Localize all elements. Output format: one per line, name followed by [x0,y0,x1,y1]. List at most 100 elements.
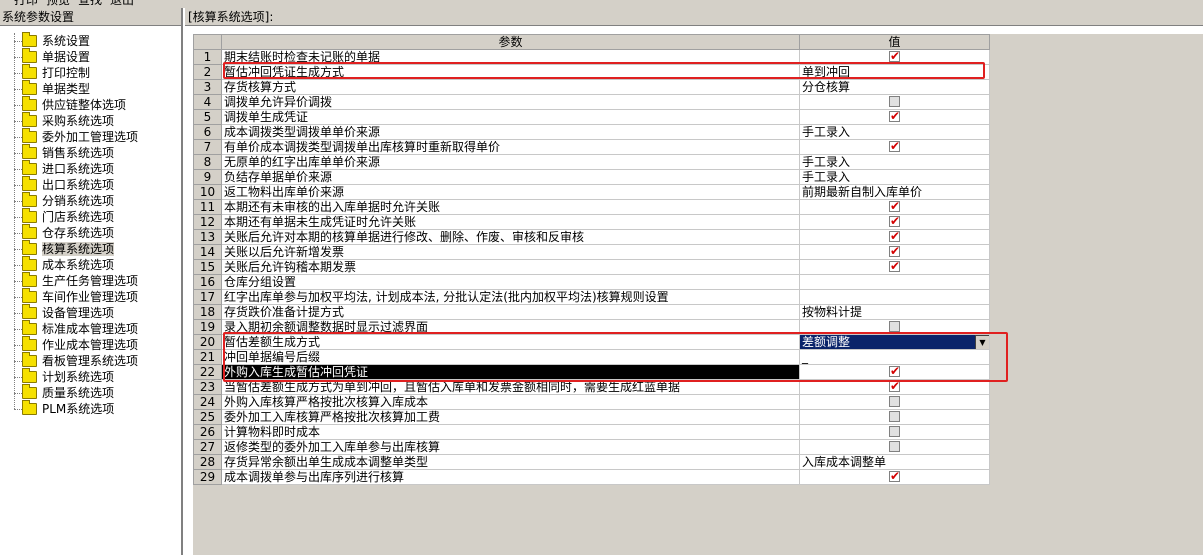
checkbox-unchecked[interactable] [889,96,900,107]
option-row[interactable]: 23 当暂估差额生成方式为单到冲回，且暂估入库单和发票金额相同时，需要生成红蓝单据 [193,379,990,395]
value-column-header[interactable]: 值 [799,34,990,50]
option-row[interactable]: 19 录入期初余额调整数据时显示过滤界面 [193,319,990,335]
tree-item[interactable]: 核算系统选项 [0,240,181,257]
option-value-cell[interactable]: 手工录入 [799,154,990,170]
option-row[interactable]: 12 本期还有单据未生成凭证时允许关账 [193,214,990,230]
option-value-cell[interactable] [799,409,990,425]
checkbox-checked[interactable] [889,201,900,213]
option-value-cell[interactable]: 差额调整 ▼ [799,334,990,350]
menu-item[interactable]: 退出 [110,0,134,7]
option-value-cell[interactable] [799,394,990,410]
option-row[interactable]: 22 外购入库生成暂估冲回凭证 [193,364,990,380]
option-row[interactable]: 17 红字出库单参与加权平均法, 计划成本法, 分批认定法(批内加权平均法)核算规… [193,289,990,305]
option-row[interactable]: 11 本期还有未审核的出入库单据时允许关账 [193,199,990,215]
checkbox-checked[interactable] [889,141,900,153]
tree-item[interactable]: 打印控制 [0,64,181,81]
option-row[interactable]: 2 暂估冲回凭证生成方式 单到冲回 [193,64,990,80]
tree-item[interactable]: 委外加工管理选项 [0,128,181,145]
checkbox-unchecked[interactable] [889,321,900,332]
option-value-cell[interactable] [799,214,990,230]
tree-item[interactable]: 成本系统选项 [0,256,181,273]
menu-item[interactable]: 打印 [14,0,38,7]
option-value-cell[interactable]: 入库成本调整单 [799,454,990,470]
option-value-cell[interactable]: 单到冲回 [799,64,990,80]
checkbox-checked[interactable] [889,51,900,63]
option-row[interactable]: 28 存货异常余额出单生成成本调整单类型 入库成本调整单 [193,454,990,470]
menu-item[interactable]: 查找 [78,0,102,7]
option-value-cell[interactable] [799,49,990,65]
tree-item[interactable]: 生产任务管理选项 [0,272,181,289]
checkbox-unchecked[interactable] [889,411,900,422]
option-value-cell[interactable] [799,469,990,485]
option-row[interactable]: 7 有单价成本调拨类型调拨单出库核算时重新取得单价 [193,139,990,155]
option-value-cell[interactable] [799,259,990,275]
option-value-cell[interactable] [799,319,990,335]
checkbox-checked[interactable] [889,381,900,393]
menu-item[interactable]: 预览 [46,0,70,7]
tree-item[interactable]: 设备管理选项 [0,304,181,321]
option-value-cell[interactable] [799,229,990,245]
option-row[interactable]: 4 调拨单允许异价调拨 [193,94,990,110]
option-value-cell[interactable]: 手工录入 [799,124,990,140]
option-value-cell[interactable] [799,289,990,305]
checkbox-unchecked[interactable] [889,396,900,407]
option-value-cell[interactable] [799,274,990,290]
checkbox-checked[interactable] [889,471,900,483]
checkbox-checked[interactable] [889,231,900,243]
option-value-cell[interactable] [799,199,990,215]
option-row[interactable]: 8 无原单的红字出库单单价来源 手工录入 [193,154,990,170]
tree-item[interactable]: 看板管理系统选项 [0,352,181,369]
tree-item[interactable]: 出口系统选项 [0,176,181,193]
tree-item[interactable]: 车间作业管理选项 [0,288,181,305]
checkbox-checked[interactable] [889,216,900,228]
option-row[interactable]: 16 仓库分组设置 [193,274,990,290]
option-row[interactable]: 1 期末结账时检查未记账的单据 [193,49,990,65]
value-dropdown[interactable]: 差额调整 ▼ [800,335,989,349]
option-row[interactable]: 25 委外加工入库核算严格按批次核算加工费 [193,409,990,425]
tree-item[interactable]: PLM系统选项 [0,400,181,417]
option-value-cell[interactable] [799,109,990,125]
tree-item[interactable]: 供应链整体选项 [0,96,181,113]
option-row[interactable]: 26 计算物料即时成本 [193,424,990,440]
checkbox-checked[interactable] [889,366,900,378]
tree-item[interactable]: 标准成本管理选项 [0,320,181,337]
tree-item[interactable]: 采购系统选项 [0,112,181,129]
option-value-cell[interactable] [799,94,990,110]
option-row[interactable]: 10 返工物料出库单价来源 前期最新自制入库单价 [193,184,990,200]
option-row[interactable]: 13 关账后允许对本期的核算单据进行修改、删除、作废、审核和反审核 [193,229,990,245]
tree-item[interactable]: 单据类型 [0,80,181,97]
tree-item[interactable]: 分销系统选项 [0,192,181,209]
option-value-cell[interactable]: _ [799,349,990,365]
option-row[interactable]: 29 成本调拨单参与出库序列进行核算 [193,469,990,485]
tree-item[interactable]: 计划系统选项 [0,368,181,385]
option-row[interactable]: 14 关账以后允许新增发票 [193,244,990,260]
dropdown-arrow-icon[interactable]: ▼ [975,335,989,349]
tree-item[interactable]: 销售系统选项 [0,144,181,161]
option-value-cell[interactable] [799,439,990,455]
checkbox-unchecked[interactable] [889,441,900,452]
param-column-header[interactable]: 参数 [221,34,800,50]
option-row[interactable]: 3 存货核算方式 分仓核算 [193,79,990,95]
option-value-cell[interactable]: 前期最新自制入库单价 [799,184,990,200]
tree-item[interactable]: 质量系统选项 [0,384,181,401]
checkbox-unchecked[interactable] [889,426,900,437]
option-value-cell[interactable] [799,379,990,395]
option-row[interactable]: 27 返修类型的委外加工入库单参与出库核算 [193,439,990,455]
option-row[interactable]: 18 存货跌价准备计提方式 按物料计提 [193,304,990,320]
option-row[interactable]: 20 暂估差额生成方式 差额调整 ▼ [193,334,990,350]
option-row[interactable]: 5 调拨单生成凭证 [193,109,990,125]
tree-item[interactable]: 系统设置 [0,32,181,49]
option-row[interactable]: 24 外购入库核算严格按批次核算入库成本 [193,394,990,410]
option-value-cell[interactable]: 按物料计提 [799,304,990,320]
option-value-cell[interactable] [799,139,990,155]
checkbox-checked[interactable] [889,246,900,258]
option-value-cell[interactable] [799,364,990,380]
option-row[interactable]: 6 成本调拨类型调拨单单价来源 手工录入 [193,124,990,140]
tree-item[interactable]: 门店系统选项 [0,208,181,225]
option-value-cell[interactable]: 分仓核算 [799,79,990,95]
option-value-cell[interactable] [799,424,990,440]
tree-item[interactable]: 单据设置 [0,48,181,65]
option-value-cell[interactable] [799,244,990,260]
checkbox-checked[interactable] [889,111,900,123]
option-value-cell[interactable]: 手工录入 [799,169,990,185]
